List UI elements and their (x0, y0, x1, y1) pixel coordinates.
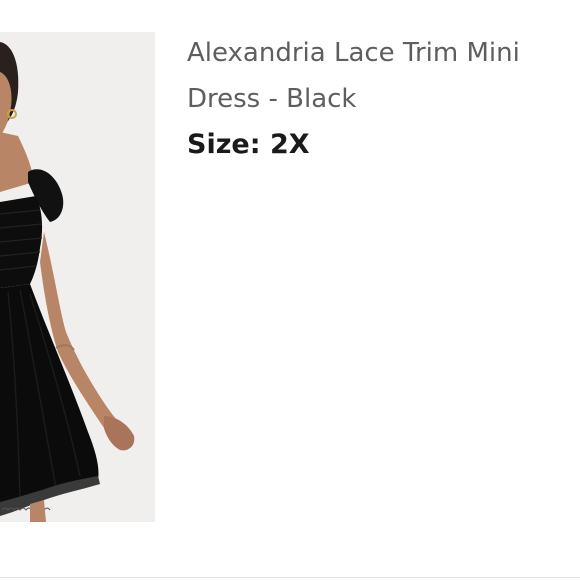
size-value: 2X (269, 129, 310, 160)
product-size: Size: 2X (187, 128, 572, 162)
product-title[interactable]: Alexandria Lace Trim Mini Dress - Black (187, 30, 572, 122)
product-info: Alexandria Lace Trim Mini Dress - Black … (187, 30, 572, 162)
product-card[interactable]: Alexandria Lace Trim Mini Dress - Black … (0, 0, 580, 580)
product-photo-icon (0, 32, 155, 522)
size-label: Size: (187, 129, 261, 160)
divider (0, 577, 580, 578)
product-image[interactable] (0, 32, 155, 522)
